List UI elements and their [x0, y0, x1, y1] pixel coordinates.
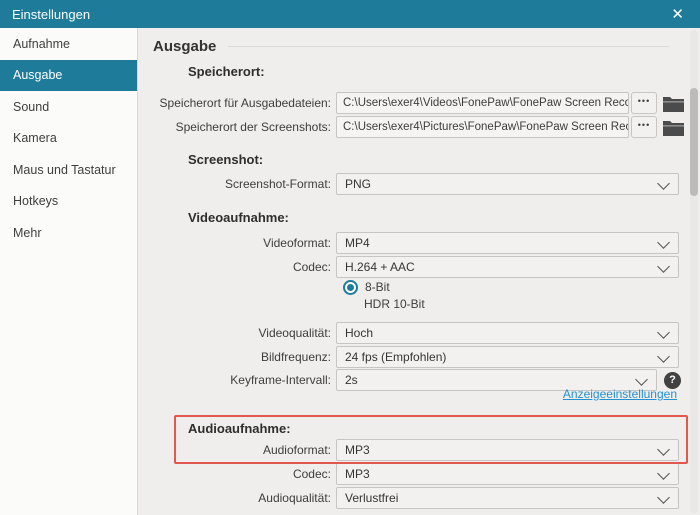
screenshot-path-field[interactable]: C:\Users\exer4\Pictures\FonePaw\FonePaw … [336, 116, 629, 138]
output-path-value: C:\Users\exer4\Videos\FonePaw\FonePaw Sc… [343, 97, 628, 109]
display-settings-link[interactable]: Anzeigeeinstellungen [563, 387, 677, 401]
close-icon[interactable]: ✕ [667, 5, 688, 24]
settings-dialog: Einstellungen ✕ Aufnahme Ausgabe Sound K… [0, 0, 700, 515]
audio-codec-dropdown[interactable]: MP3 [336, 463, 679, 485]
window-title: Einstellungen [12, 6, 91, 22]
screenshot-format-value: PNG [345, 177, 372, 191]
output-path-field[interactable]: C:\Users\exer4\Videos\FonePaw\FonePaw Sc… [336, 92, 629, 114]
audioquality-dropdown[interactable]: Verlustfrei [336, 487, 679, 509]
screenshot-format-row: Screenshot-Format: PNG [138, 173, 679, 195]
screenshot-path-label: Speicherort der Screenshots: [175, 120, 331, 134]
framerate-dropdown[interactable]: 24 fps (Empfohlen) [336, 346, 679, 368]
videoquality-label: Videoqualität: [258, 326, 331, 340]
bit-depth-8bit-label: 8-Bit [365, 280, 390, 294]
audioformat-label: Audioformat: [262, 443, 331, 457]
output-path-label: Speicherort für Ausgabedateien: [159, 96, 331, 110]
speicherort-heading: Speicherort: [188, 64, 265, 79]
videoformat-dropdown[interactable]: MP4 [336, 232, 679, 254]
sidebar-item-maus-und-tastatur[interactable]: Maus und Tastatur [0, 154, 137, 186]
page-title-row: Ausgabe [153, 33, 669, 59]
sidebar-item-aufnahme[interactable]: Aufnahme [0, 28, 137, 60]
audioquality-label: Audioqualität: [258, 491, 331, 505]
chevron-down-icon [657, 350, 670, 363]
video-codec-label: Codec: [292, 260, 331, 274]
scrollbar-thumb[interactable] [690, 88, 698, 196]
chevron-down-icon [657, 326, 670, 339]
title-bar: Einstellungen ✕ [0, 0, 700, 28]
sidebar-item-label: Mehr [13, 225, 42, 240]
chevron-down-icon [657, 260, 670, 273]
videoformat-row: Videoformat: MP4 [138, 232, 679, 254]
sidebar-item-hotkeys[interactable]: Hotkeys [0, 186, 137, 218]
screenshot-format-dropdown[interactable]: PNG [336, 173, 679, 195]
chevron-down-icon [657, 236, 670, 249]
videoformat-label: Videoformat: [263, 236, 331, 250]
bit-depth-hdr10-label: HDR 10-Bit [364, 297, 425, 311]
screenshot-path-row: Speicherort der Screenshots: C:\Users\ex… [138, 116, 684, 138]
display-settings-link-row: Anzeigeeinstellungen [138, 385, 677, 403]
audio-codec-value: MP3 [345, 467, 370, 481]
bit-depth-hdr10-option[interactable]: HDR 10-Bit [364, 295, 425, 313]
sidebar-item-label: Kamera [13, 131, 57, 146]
screenshot-path-value: C:\Users\exer4\Pictures\FonePaw\FonePaw … [343, 121, 628, 133]
sidebar: Aufnahme Ausgabe Sound Kamera Maus und T… [0, 28, 138, 515]
sidebar-item-sound[interactable]: Sound [0, 91, 137, 123]
video-codec-value: H.264 + AAC [345, 260, 415, 274]
video-codec-row: Codec: H.264 + AAC [138, 256, 679, 278]
title-divider [228, 45, 669, 47]
audio-codec-row: Codec: MP3 [138, 463, 679, 485]
content-panel: Ausgabe Speicherort: Speicherort für Aus… [138, 28, 700, 515]
radio-dot [347, 283, 354, 291]
output-path-row: Speicherort für Ausgabedateien: C:\Users… [138, 92, 684, 114]
sidebar-item-label: Hotkeys [13, 194, 59, 209]
sidebar-item-label: Ausgabe [13, 68, 63, 83]
audioquality-value: Verlustfrei [345, 491, 399, 505]
radio-selected-icon[interactable] [343, 279, 358, 295]
audioquality-row: Audioqualität: Verlustfrei [138, 487, 679, 509]
sidebar-item-kamera[interactable]: Kamera [0, 123, 137, 155]
page-title: Ausgabe [153, 37, 217, 55]
sidebar-item-mehr[interactable]: Mehr [0, 217, 137, 249]
sidebar-item-label: Aufnahme [13, 36, 70, 51]
audioformat-dropdown[interactable]: MP3 [336, 439, 679, 461]
videoformat-value: MP4 [345, 236, 370, 250]
screenshot-path-open-folder-button[interactable] [663, 118, 684, 136]
screenshot-path-browse-button[interactable]: ••• [631, 116, 657, 138]
audioaufnahme-heading: Audioaufnahme: [188, 421, 291, 436]
audio-codec-label: Codec: [292, 467, 331, 481]
chevron-down-icon [657, 491, 670, 504]
videoaufnahme-heading: Videoaufnahme: [188, 210, 289, 225]
bit-depth-8bit-option[interactable]: 8-Bit [343, 278, 390, 296]
folder-icon [663, 96, 684, 112]
screenshot-heading: Screenshot: [188, 152, 264, 167]
framerate-label: Bildfrequenz: [260, 350, 331, 364]
framerate-row: Bildfrequenz: 24 fps (Empfohlen) [138, 346, 679, 368]
sidebar-item-label: Maus und Tastatur [13, 162, 116, 177]
output-path-browse-button[interactable]: ••• [631, 92, 657, 114]
audioformat-row: Audioformat: MP3 [138, 439, 679, 461]
video-codec-dropdown[interactable]: H.264 + AAC [336, 256, 679, 278]
screenshot-format-label: Screenshot-Format: [224, 177, 331, 191]
framerate-value: 24 fps (Empfohlen) [345, 350, 447, 364]
audioformat-value: MP3 [345, 443, 370, 457]
chevron-down-icon [657, 467, 670, 480]
videoquality-dropdown[interactable]: Hoch [336, 322, 679, 344]
chevron-down-icon [657, 177, 670, 190]
folder-icon [663, 120, 684, 136]
videoquality-value: Hoch [345, 326, 374, 340]
ellipsis-icon: ••• [637, 120, 651, 130]
videoquality-row: Videoqualität: Hoch [138, 322, 679, 344]
ellipsis-icon: ••• [637, 96, 651, 106]
sidebar-item-label: Sound [13, 99, 50, 114]
chevron-down-icon [635, 373, 648, 386]
chevron-down-icon [657, 443, 670, 456]
output-path-open-folder-button[interactable] [663, 94, 684, 112]
sidebar-item-ausgabe[interactable]: Ausgabe [0, 59, 137, 91]
